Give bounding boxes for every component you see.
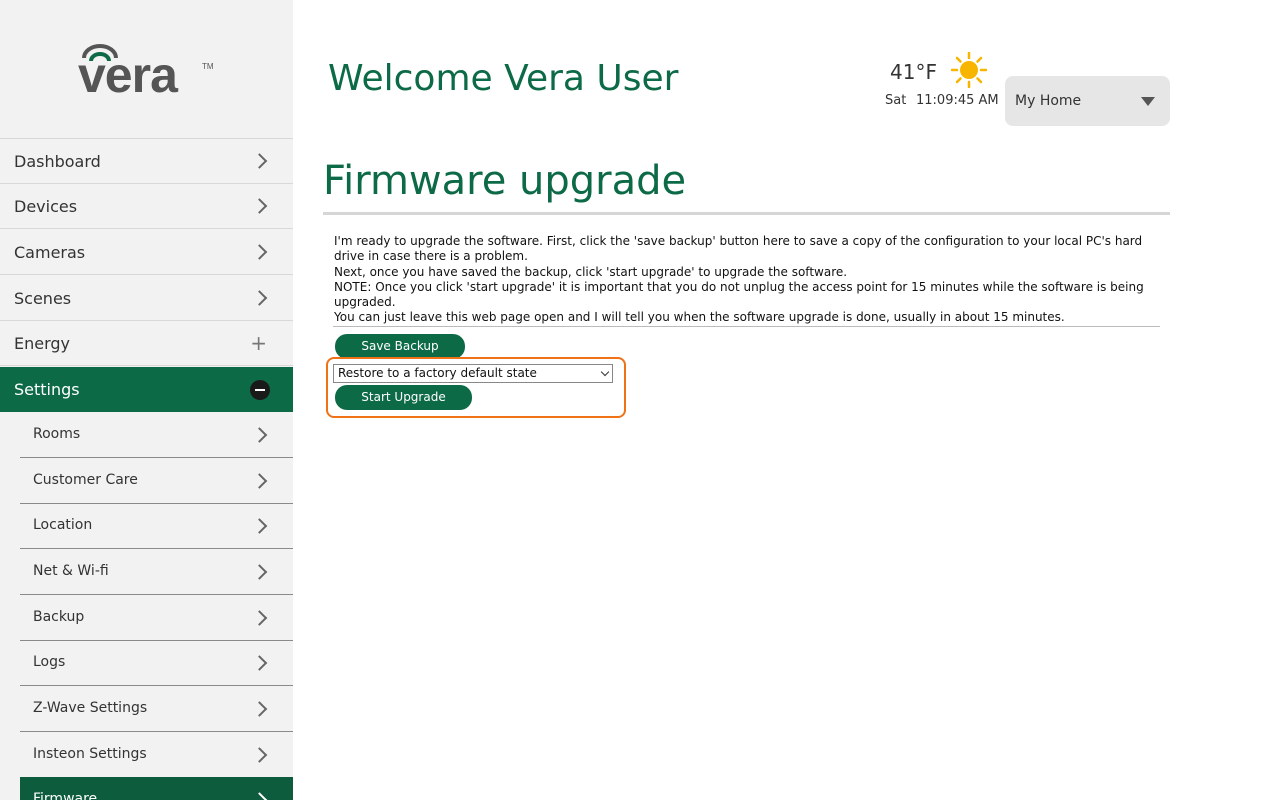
chevron-down-icon	[600, 367, 610, 377]
sidebar-subitem-label: Z-Wave Settings	[33, 700, 148, 716]
chevron-right-icon	[251, 290, 268, 306]
sidebar-item-settings[interactable]: Settings	[0, 367, 293, 412]
sidebar-subitem-net-wifi[interactable]: Net & Wi-fi	[20, 549, 293, 595]
save-backup-button[interactable]: Save Backup	[335, 334, 465, 359]
sidebar: vera TM Dashboard Devices Cameras Scenes…	[0, 0, 293, 800]
sidebar-subitem-insteon-settings[interactable]: Insteon Settings	[20, 732, 293, 778]
vera-logo[interactable]: vera TM	[78, 44, 218, 104]
sidebar-subitem-label: Backup	[33, 609, 85, 625]
sidebar-item-scenes[interactable]: Scenes	[0, 276, 293, 321]
sidebar-subitem-firmware[interactable]: Firmware	[20, 777, 293, 800]
instruction-line: NOTE: Once you click 'start upgrade' it …	[334, 279, 1144, 310]
chevron-right-icon	[251, 563, 268, 580]
sidebar-item-label: Settings	[14, 380, 80, 399]
minus-circle-icon	[250, 380, 270, 400]
plus-icon: +	[250, 331, 267, 355]
chevron-right-icon	[251, 700, 268, 717]
chevron-right-icon	[251, 426, 268, 443]
chevron-right-icon	[251, 244, 268, 260]
page-title: Firmware upgrade	[323, 158, 687, 204]
upgrade-option-select[interactable]: Restore to a factory default state	[333, 364, 613, 383]
chevron-right-icon	[251, 746, 268, 763]
start-upgrade-button[interactable]: Start Upgrade	[335, 385, 472, 410]
sidebar-item-label: Dashboard	[14, 151, 101, 171]
sidebar-item-label: Devices	[14, 196, 78, 216]
sidebar-subitem-zwave-settings[interactable]: Z-Wave Settings	[20, 686, 293, 732]
sidebar-subitem-logs[interactable]: Logs	[20, 640, 293, 686]
caret-down-icon	[1141, 97, 1155, 106]
instruction-line: You can just leave this web page open an…	[334, 310, 1065, 325]
sidebar-item-label: Energy	[14, 333, 71, 353]
sidebar-item-energy[interactable]: Energy +	[0, 321, 293, 366]
chevron-right-icon	[251, 792, 268, 800]
sidebar-subitem-backup[interactable]: Backup	[20, 595, 293, 641]
sidebar-subitem-label: Firmware	[33, 791, 98, 800]
instruction-line: I'm ready to upgrade the software. First…	[334, 234, 1143, 264]
sidebar-item-label: Cameras	[14, 242, 86, 262]
sidebar-item-devices[interactable]: Devices	[0, 184, 293, 229]
sidebar-subitem-label: Rooms	[33, 426, 81, 442]
temperature: 41°F	[890, 60, 937, 84]
home-selector-label: My Home	[1015, 93, 1082, 109]
welcome-heading: Welcome Vera User	[328, 58, 679, 99]
sidebar-item-cameras[interactable]: Cameras	[0, 230, 293, 275]
home-selector[interactable]: My Home	[1005, 76, 1170, 126]
title-divider	[323, 212, 1170, 215]
chevron-right-icon	[251, 472, 268, 489]
sidebar-subitem-rooms[interactable]: Rooms	[20, 412, 293, 458]
chevron-right-icon	[251, 517, 268, 534]
instruction-line: Next, once you have saved the backup, cl…	[334, 264, 848, 279]
logo-text: vera	[78, 47, 178, 103]
sidebar-subitem-location[interactable]: Location	[20, 503, 293, 549]
chevron-right-icon	[251, 609, 268, 626]
logo-trademark: TM	[202, 62, 214, 71]
sidebar-item-label: Scenes	[14, 288, 72, 308]
sidebar-subitem-label: Insteon Settings	[33, 746, 147, 762]
upgrade-option-selected: Restore to a factory default state	[338, 366, 537, 380]
sidebar-subitem-label: Logs	[33, 654, 66, 670]
sidebar-subitem-label: Net & Wi-fi	[33, 563, 109, 579]
sidebar-item-dashboard[interactable]: Dashboard	[0, 139, 293, 184]
weather-day: Sat	[885, 93, 907, 108]
clock-time: 11:09:45 AM	[916, 93, 999, 108]
sun-icon	[951, 52, 987, 88]
chevron-right-icon	[251, 198, 268, 214]
sidebar-subitem-label: Location	[33, 517, 93, 533]
upgrade-instructions: I'm ready to upgrade the software. First…	[334, 234, 1174, 326]
content-divider	[333, 326, 1160, 327]
chevron-right-icon	[251, 153, 268, 169]
chevron-right-icon	[251, 654, 268, 671]
sidebar-subitem-customer-care[interactable]: Customer Care	[20, 458, 293, 504]
sidebar-subitem-label: Customer Care	[33, 472, 138, 488]
